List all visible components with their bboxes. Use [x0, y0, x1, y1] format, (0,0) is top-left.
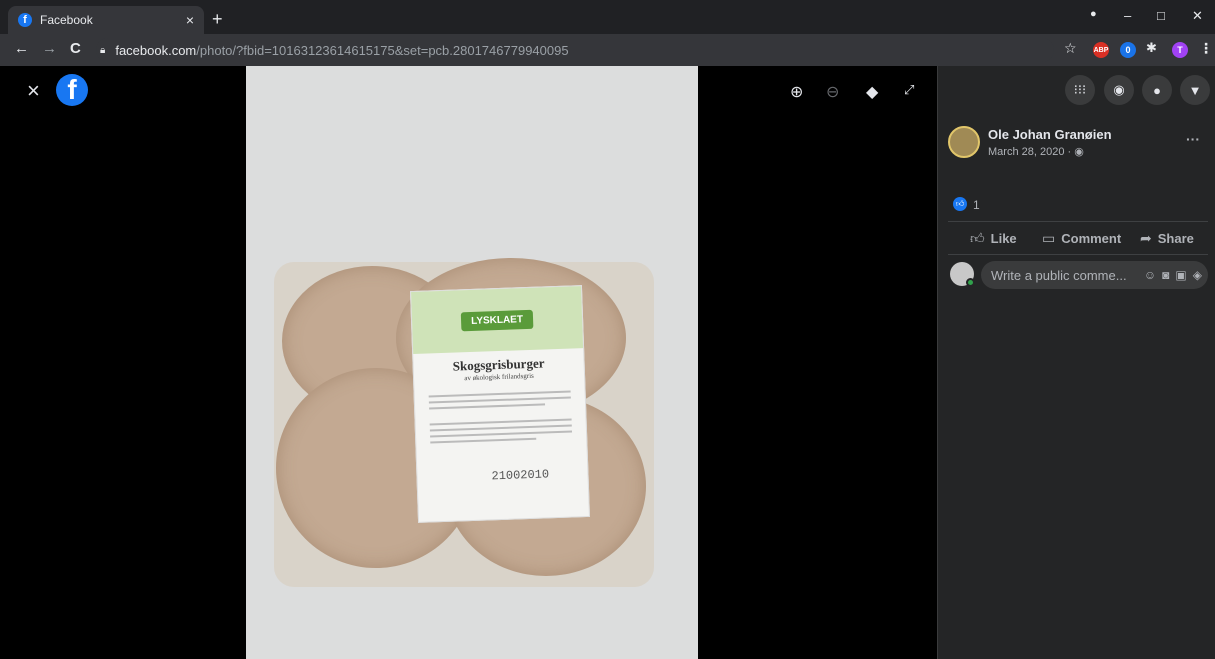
profile-avatar-icon[interactable]: T — [1172, 42, 1188, 58]
star-icon[interactable]: ☆ — [1064, 40, 1077, 57]
messenger-icon[interactable]: ◉ — [1104, 75, 1134, 105]
camera-icon[interactable]: ◙ — [1162, 268, 1169, 282]
lock-icon: 🔒︎ — [100, 44, 106, 56]
reload-button[interactable]: C — [70, 40, 81, 57]
share-label: Share — [1157, 231, 1194, 246]
more-options-button[interactable]: ··· — [1186, 131, 1200, 147]
tab-title: Facebook — [40, 13, 93, 27]
comment-label: Comment — [1061, 231, 1122, 246]
minimize-button[interactable]: – — [1124, 8, 1131, 23]
browser-menu-icon[interactable]: ⋮ — [1199, 40, 1213, 57]
author-avatar[interactable] — [948, 126, 980, 158]
thumbs-up-icon: 👍︎ — [970, 230, 985, 246]
sticker-icon[interactable]: ◈ — [1193, 268, 1202, 282]
comment-button[interactable]: ▭ Comment — [1042, 230, 1121, 247]
browser-tab-bar: f Facebook × + ● – □ ✕ — [0, 0, 1215, 34]
window-close-button[interactable]: ✕ — [1192, 8, 1203, 24]
author-name[interactable]: Ole Johan Granøien — [988, 127, 1112, 142]
post-date[interactable]: March 28, 2020 · ◉ — [988, 145, 1084, 158]
like-count[interactable]: 1 — [973, 198, 980, 212]
emoji-icon[interactable]: ☺ — [1144, 268, 1156, 282]
close-viewer-button[interactable]: × — [27, 78, 40, 104]
public-globe-icon: ◉ — [1074, 146, 1084, 158]
brand-logo: LYSKLAET — [460, 309, 534, 331]
extension-badge-icon[interactable]: 0 — [1120, 42, 1136, 58]
product-photo[interactable]: LYSKLAET Skogsgrisburger av økologisk fr… — [246, 66, 698, 659]
forward-button[interactable]: → — [42, 40, 57, 57]
product-label: LYSKLAET Skogsgrisburger av økologisk fr… — [410, 285, 590, 523]
label-text-line — [430, 430, 573, 438]
url-path: /photo/?fbid=10163123614615175&set=pcb.2… — [196, 42, 569, 58]
back-button[interactable]: ← — [14, 40, 29, 57]
online-status-icon — [966, 278, 975, 287]
gif-icon[interactable]: ▣ — [1175, 268, 1186, 282]
adblock-extension-icon[interactable]: ABP — [1093, 42, 1109, 58]
url-field[interactable]: 🔒︎ facebook.com /photo/?fbid=10163123614… — [96, 38, 1054, 62]
label-text-line — [428, 396, 571, 404]
extensions-puzzle-icon[interactable]: ✱ — [1146, 40, 1157, 56]
facebook-favicon-icon: f — [18, 13, 32, 27]
browser-tab[interactable]: f Facebook × — [8, 6, 204, 34]
new-tab-button[interactable]: + — [212, 9, 223, 30]
tag-icon[interactable]: ◆ — [866, 82, 878, 102]
maximize-button[interactable]: □ — [1157, 8, 1165, 23]
batch-code: 21002010 — [491, 467, 550, 484]
label-header: LYSKLAET — [411, 286, 584, 354]
like-reaction-icon[interactable]: 👍︎ — [953, 197, 967, 211]
share-icon: ➦ — [1140, 230, 1152, 246]
label-text-line — [430, 437, 537, 444]
tab-close-icon[interactable]: × — [186, 12, 194, 28]
comment-placeholder: Write a public comme... — [991, 267, 1127, 283]
like-label: Like — [990, 231, 1017, 246]
fullscreen-icon[interactable]: ⤢ — [904, 82, 914, 98]
share-button[interactable]: ➦ Share — [1140, 230, 1194, 247]
profile-menu-icon[interactable]: ● — [1090, 8, 1097, 20]
zoom-out-icon[interactable]: ⊖ — [826, 82, 839, 102]
divider — [948, 254, 1208, 255]
label-text-line — [429, 403, 546, 410]
comment-input[interactable]: Write a public comme... ☺ ◙ ▣ ◈ — [981, 261, 1208, 289]
divider — [948, 221, 1208, 222]
notifications-bell-icon[interactable]: ● — [1142, 75, 1172, 105]
like-button[interactable]: 👍︎ Like — [970, 230, 1017, 247]
menu-grid-icon[interactable]: ⁝⁝⁝ — [1065, 75, 1095, 105]
facebook-logo-icon[interactable]: f — [56, 74, 88, 106]
url-host: facebook.com — [115, 42, 197, 58]
account-dropdown-icon[interactable]: ▼ — [1180, 75, 1210, 105]
zoom-in-icon[interactable]: ⊕ — [790, 82, 803, 102]
address-bar-row: ← → C 🔒︎ facebook.com /photo/?fbid=10163… — [0, 34, 1215, 66]
comment-icon: ▭ — [1042, 230, 1056, 246]
